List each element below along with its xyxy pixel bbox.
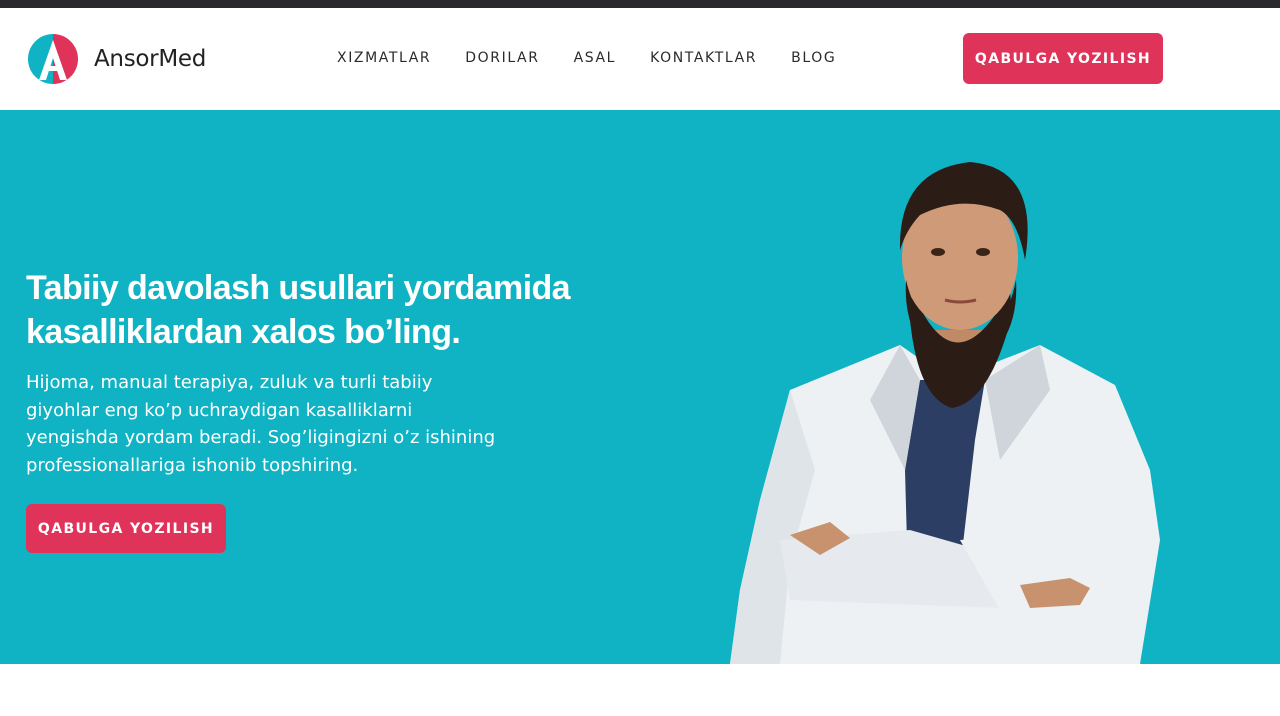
hero-title: Tabiiy davolash usullari yordamida kasal… [26,266,586,354]
hero-description: Hijoma, manual terapiya, zuluk va turli … [26,372,496,476]
doctor-illustration [730,162,1160,664]
nav-item-kontaktlar[interactable]: KONTAKTLAR [650,50,757,66]
hero-title-line-2: kasalliklardan xalos bo’ling. [26,313,461,351]
brand-name: AnsorMed [94,46,207,72]
doctor-portrait [720,140,1170,664]
nav-item-blog[interactable]: BLOG [791,50,836,66]
header-appointment-button[interactable]: QABULGA YOZILISH [963,33,1163,84]
top-dark-strip [0,0,1280,8]
nav-item-asal[interactable]: ASAL [574,50,617,66]
hero-appointment-button[interactable]: QABULGA YOZILISH [26,504,226,553]
nav-item-xizmatlar[interactable]: XIZMATLAR [337,50,431,66]
ansormed-logo-icon [27,34,78,84]
hero-section: Tabiiy davolash usullari yordamida kasal… [0,110,1280,664]
nav-item-dorilar[interactable]: DORILAR [465,50,539,66]
main-nav: XIZMATLAR DORILAR ASAL KONTAKTLAR BLOG [337,50,870,66]
site-header: AnsorMed XIZMATLAR DORILAR ASAL KONTAKTL… [0,8,1280,110]
hero-title-line-1: Tabiiy davolash usullari yordamida [26,269,571,307]
brand-logo-link[interactable]: AnsorMed [26,32,206,86]
